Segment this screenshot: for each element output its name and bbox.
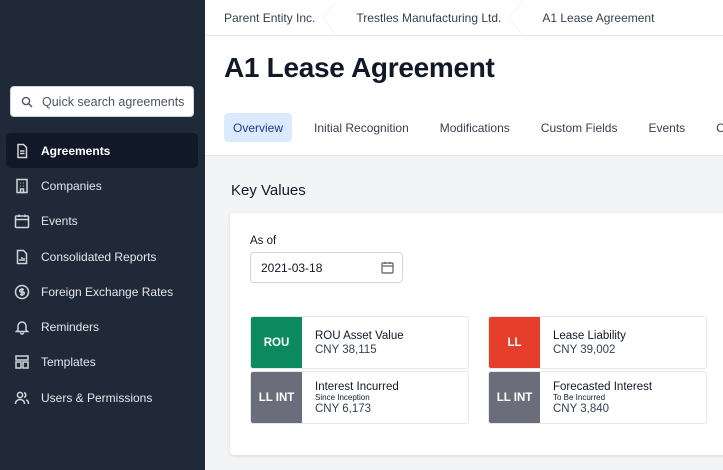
kv-label: ROU Asset Value <box>315 329 404 342</box>
rou-tag: ROU <box>251 317 302 368</box>
search-icon <box>21 96 33 107</box>
breadcrumb: Parent Entity Inc. Trestles Manufacturin… <box>205 0 723 36</box>
ll-tag: LL <box>489 317 540 368</box>
tab-overflow[interactable]: C <box>707 113 723 142</box>
sidebar-item-label: Agreements <box>41 143 111 158</box>
search-placeholder: Quick search agreements <box>42 94 185 109</box>
sidebar-item-label: Companies <box>41 178 102 193</box>
bell-icon <box>14 319 30 335</box>
sidebar-item-label: Foreign Exchange Rates <box>41 284 174 299</box>
breadcrumb-item[interactable]: Parent Entity Inc. <box>205 0 338 36</box>
as-of-date-field[interactable]: 2021-03-18 <box>250 252 403 283</box>
sidebar-item-events[interactable]: Events <box>6 204 198 239</box>
section-title: Key Values <box>231 182 306 199</box>
sidebar-nav: Agreements Companies Events Consolidated… <box>6 133 198 415</box>
kv-label: Lease Liability <box>553 329 626 342</box>
kv-label: Forecasted Interest <box>553 380 653 393</box>
sidebar-item-users-permissions[interactable]: Users & Permissions <box>6 380 198 415</box>
users-icon <box>14 390 30 406</box>
tab-overview[interactable]: Overview <box>224 113 293 142</box>
sidebar-item-companies[interactable]: Companies <box>6 168 198 203</box>
kv-value: CNY 38,115 <box>315 343 377 356</box>
tab-events[interactable]: Events <box>639 113 694 142</box>
report-icon <box>14 249 30 265</box>
tab-bar: Overview Initial Recognition Modificatio… <box>224 113 723 142</box>
sidebar-item-consolidated-reports[interactable]: Consolidated Reports <box>6 239 198 274</box>
kv-sublabel: To Be Incurred <box>553 392 606 402</box>
as-of-label: As of <box>250 235 277 247</box>
sidebar-item-label: Users & Permissions <box>41 390 153 405</box>
template-icon <box>14 354 30 370</box>
kv-value: CNY 6,173 <box>315 402 372 415</box>
breadcrumb-item[interactable]: Trestles Manufacturing Ltd. <box>337 0 524 36</box>
tab-custom-fields[interactable]: Custom Fields <box>532 113 627 142</box>
sidebar-item-reminders[interactable]: Reminders <box>6 309 198 344</box>
sidebar-item-templates[interactable]: Templates <box>6 345 198 380</box>
forecasted-interest-card: LL INT Forecasted Interest To Be Incurre… <box>488 371 707 424</box>
kv-label: Interest Incurred <box>315 380 399 393</box>
calendar-icon <box>14 213 30 229</box>
sidebar-item-label: Reminders <box>41 320 100 335</box>
kv-value: CNY 39,002 <box>553 343 616 356</box>
sidebar-item-label: Events <box>41 214 78 229</box>
sidebar-item-label: Consolidated Reports <box>41 249 157 264</box>
tab-initial-recognition[interactable]: Initial Recognition <box>305 113 418 142</box>
calendar-icon[interactable] <box>381 261 394 274</box>
search-input[interactable]: Quick search agreements <box>10 86 194 117</box>
page-title: A1 Lease Agreement <box>224 52 495 83</box>
lease-liability-card: LL Lease Liability CNY 39,002 <box>488 316 707 369</box>
ll-int-tag: LL INT <box>489 372 540 423</box>
interest-incurred-card: LL INT Interest Incurred Since Inception… <box>250 371 469 424</box>
sidebar: Quick search agreements Agreements Compa… <box>0 0 205 470</box>
sidebar-item-foreign-exchange-rates[interactable]: Foreign Exchange Rates <box>6 274 198 309</box>
page-header: Parent Entity Inc. Trestles Manufacturin… <box>205 0 723 156</box>
document-icon <box>14 143 30 159</box>
building-icon <box>14 178 30 194</box>
kv-sublabel: Since Inception <box>315 392 370 402</box>
tab-modifications[interactable]: Modifications <box>431 113 519 142</box>
breadcrumb-item[interactable]: A1 Lease Agreement <box>523 0 676 36</box>
rou-asset-value-card: ROU ROU Asset Value CNY 38,115 <box>250 316 469 369</box>
dollar-circle-icon <box>14 284 30 300</box>
date-value: 2021-03-18 <box>261 260 323 275</box>
kv-value: CNY 3,840 <box>553 402 610 415</box>
ll-int-tag: LL INT <box>251 372 302 423</box>
sidebar-item-label: Templates <box>41 355 96 370</box>
sidebar-item-agreements[interactable]: Agreements <box>6 133 198 169</box>
